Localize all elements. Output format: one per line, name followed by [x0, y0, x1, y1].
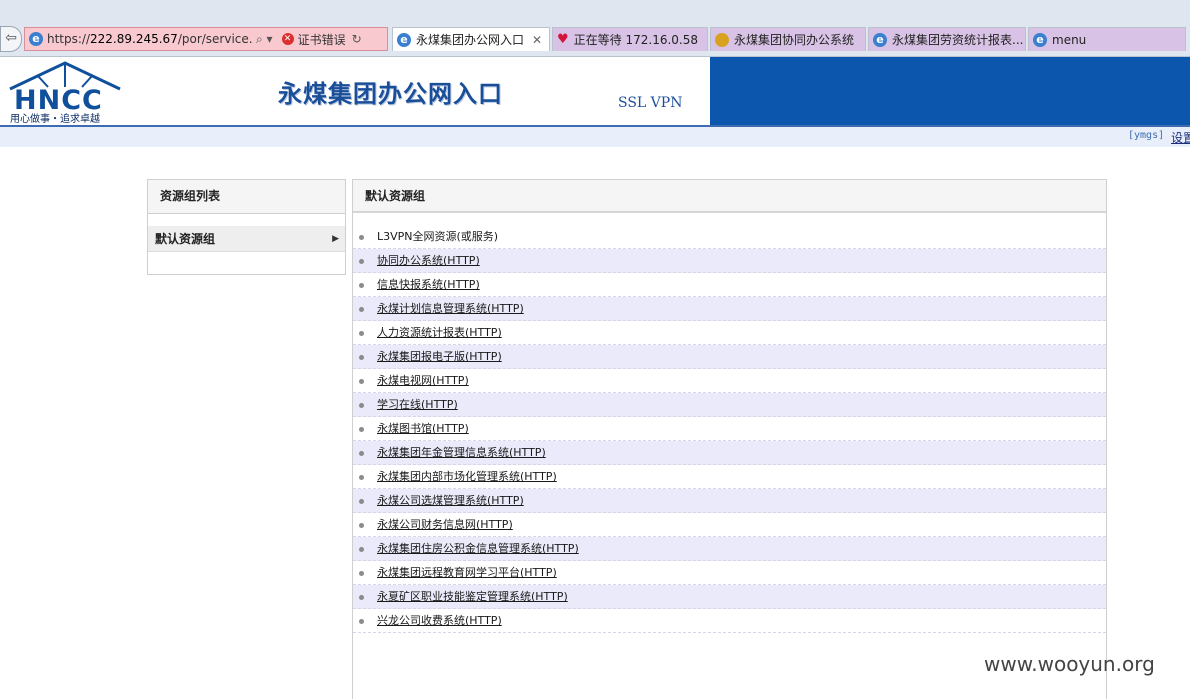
resource-row: 永煤公司财务信息网(HTTP)	[353, 513, 1106, 537]
tab-label: 永煤集团劳资统计报表...	[892, 33, 1024, 47]
bullet-icon	[359, 235, 364, 240]
settings-link[interactable]: 设置	[1171, 129, 1190, 146]
bullet-icon	[359, 475, 364, 480]
resource-panel: 默认资源组 L3VPN全网资源(或服务) 协同办公系统(HTTP) 信息快报系统(H…	[352, 179, 1107, 699]
cert-error-label[interactable]: 证书错误	[298, 31, 346, 48]
resource-row: 永煤电视网(HTTP)	[353, 369, 1106, 393]
cert-error-icon[interactable]: ✕	[281, 33, 294, 45]
tab-label: 正在等待 172.16.0.58	[573, 33, 698, 47]
resource-link[interactable]: 永煤集团住房公积金信息管理系统(HTTP)	[377, 537, 579, 561]
bullet-icon	[359, 523, 364, 528]
url-prefix: https://	[47, 32, 91, 46]
user-bar: [ymgs] 设置	[0, 125, 1190, 147]
resource-link[interactable]: L3VPN全网资源(或服务)	[377, 225, 498, 249]
resource-row: 协同办公系统(HTTP)	[353, 249, 1106, 273]
bullet-icon	[359, 571, 364, 576]
ssl-vpn-label: SSL VPN	[618, 95, 683, 111]
chevron-right-icon: ▶	[332, 234, 339, 244]
resource-row: 永煤集团年金管理信息系统(HTTP)	[353, 441, 1106, 465]
url-host: 222.89.245.67	[90, 32, 178, 46]
resource-row: 永煤集团住房公积金信息管理系统(HTTP)	[353, 537, 1106, 561]
tab-label: 永煤集团办公网入口	[416, 33, 525, 47]
close-icon[interactable]: ✕	[532, 33, 542, 47]
bullet-icon	[359, 427, 364, 432]
resource-row: 永煤集团报电子版(HTTP)	[353, 345, 1106, 369]
resource-link[interactable]: 永煤公司选煤管理系统(HTTP)	[377, 489, 524, 513]
bullet-icon	[359, 355, 364, 360]
resource-link[interactable]: 学习在线(HTTP)	[377, 393, 458, 417]
url-path: /por/service.csp	[177, 32, 253, 46]
resource-row: 学习在线(HTTP)	[353, 393, 1106, 417]
resource-link[interactable]: 永煤电视网(HTTP)	[377, 369, 469, 393]
resource-link[interactable]: 永煤集团内部市场化管理系统(HTTP)	[377, 465, 557, 489]
bullet-icon	[359, 403, 364, 408]
resource-link[interactable]: 永夏矿区职业技能鉴定管理系统(HTTP)	[377, 585, 568, 609]
tab-menu[interactable]: e menu	[1028, 27, 1186, 51]
user-tag: [ymgs]	[1128, 130, 1165, 141]
app-tab-icon	[715, 32, 729, 47]
resource-row: 永煤计划信息管理系统(HTTP)	[353, 297, 1106, 321]
reload-icon[interactable]: ↻	[352, 32, 362, 46]
search-dropdown-icon[interactable]: ⌕ ▾	[256, 32, 273, 47]
sidebar-item-label: 默认资源组	[155, 232, 216, 246]
resource-link[interactable]: 永煤集团远程教育网学习平台(HTTP)	[377, 561, 557, 585]
resource-row: 永煤公司选煤管理系统(HTTP)	[353, 489, 1106, 513]
bullet-icon	[359, 283, 364, 288]
ie-tab-icon: e	[1033, 32, 1047, 47]
resource-row: 永夏矿区职业技能鉴定管理系统(HTTP)	[353, 585, 1106, 609]
tab-waiting[interactable]: ♥ 正在等待 172.16.0.58	[552, 27, 708, 51]
resource-link[interactable]: 协同办公系统(HTTP)	[377, 249, 480, 273]
logo-slogan: 用心做事・追求卓越	[10, 114, 100, 125]
address-url[interactable]: https://222.89.245.67/por/service.csp	[47, 32, 253, 46]
resource-link[interactable]: 信息快报系统(HTTP)	[377, 273, 480, 297]
resource-link[interactable]: 永煤集团报电子版(HTTP)	[377, 345, 502, 369]
tab-label: menu	[1052, 32, 1087, 47]
resource-group-list: 资源组列表 默认资源组 ▶	[147, 179, 346, 275]
bullet-icon	[359, 331, 364, 336]
browser-chrome: ⇦ e https://222.89.245.67/por/service.cs…	[0, 0, 1190, 57]
back-arrow-icon[interactable]: ⇦	[0, 26, 22, 52]
resource-row: L3VPN全网资源(或服务)	[353, 225, 1106, 249]
ie-page-icon: e	[29, 32, 43, 46]
bullet-icon	[359, 307, 364, 312]
resource-link[interactable]: 兴龙公司收费系统(HTTP)	[377, 609, 502, 633]
resource-link[interactable]: 永煤计划信息管理系统(HTTP)	[377, 297, 524, 321]
resource-row: 兴龙公司收费系统(HTTP)	[353, 609, 1106, 633]
resource-list: L3VPN全网资源(或服务) 协同办公系统(HTTP) 信息快报系统(HTTP) 永煤…	[353, 225, 1106, 633]
bullet-icon	[359, 499, 364, 504]
resource-panel-title: 默认资源组	[353, 180, 1106, 213]
address-bar[interactable]: e https://222.89.245.67/por/service.csp …	[24, 27, 388, 51]
hncc-logo: HNCC 用心做事・追求卓越	[8, 61, 122, 125]
resource-link[interactable]: 人力资源统计报表(HTTP)	[377, 321, 502, 345]
bullet-icon	[359, 619, 364, 624]
tab-office[interactable]: 永煤集团协同办公系统	[710, 27, 866, 51]
resource-row: 信息快报系统(HTTP)	[353, 273, 1106, 297]
resource-row: 永煤集团远程教育网学习平台(HTTP)	[353, 561, 1106, 585]
bullet-icon	[359, 451, 364, 456]
resource-group-list-title: 资源组列表	[148, 180, 345, 214]
banner-blue-block	[710, 57, 1190, 125]
tab-stats[interactable]: e 永煤集团劳资统计报表...	[868, 27, 1026, 51]
ie-tab-icon: e	[397, 32, 411, 47]
resource-row: 永煤集团内部市场化管理系统(HTTP)	[353, 465, 1106, 489]
tab-active[interactable]: e 永煤集团办公网入口 ✕	[392, 27, 550, 51]
bullet-icon	[359, 259, 364, 264]
bullet-icon	[359, 379, 364, 384]
page-title: 永煤集团办公网入口	[278, 80, 503, 108]
resource-row: 人力资源统计报表(HTTP)	[353, 321, 1106, 345]
bullet-icon	[359, 595, 364, 600]
tab-label: 永煤集团协同办公系统	[734, 33, 855, 47]
site-banner: HNCC 用心做事・追求卓越 永煤集团办公网入口 SSL VPN	[0, 57, 1190, 125]
ie-tab-icon: e	[873, 32, 887, 47]
resource-link[interactable]: 永煤图书馆(HTTP)	[377, 417, 469, 441]
heart-loading-icon: ♥	[557, 32, 569, 47]
resource-link[interactable]: 永煤集团年金管理信息系统(HTTP)	[377, 441, 546, 465]
resource-row: 永煤图书馆(HTTP)	[353, 417, 1106, 441]
watermark: www.wooyun.org	[984, 652, 1155, 676]
bullet-icon	[359, 547, 364, 552]
sidebar-item-default-group[interactable]: 默认资源组 ▶	[148, 226, 345, 252]
resource-link[interactable]: 永煤公司财务信息网(HTTP)	[377, 513, 513, 537]
